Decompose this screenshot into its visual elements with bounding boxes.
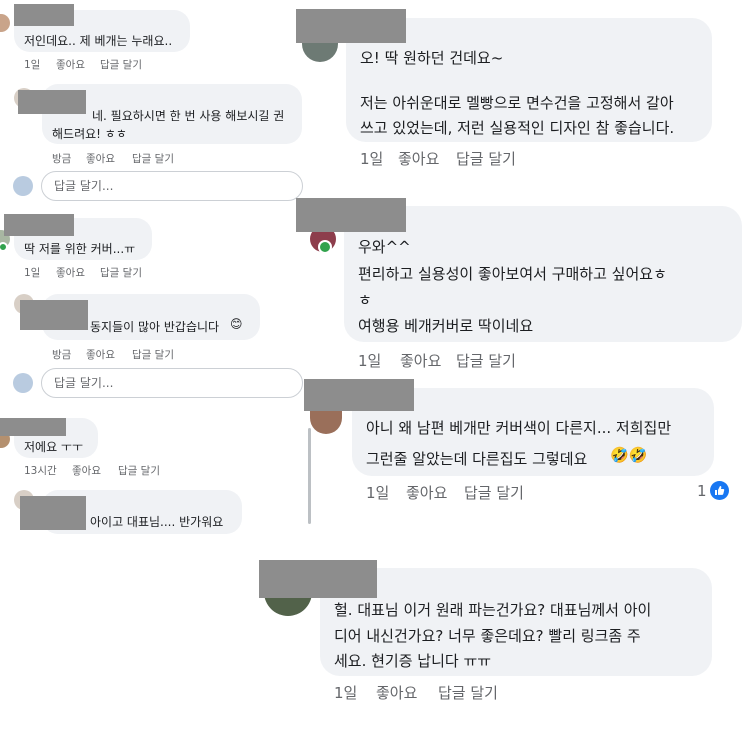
reply-link[interactable]: 답글 달기	[456, 148, 516, 169]
redacted-author-name	[296, 198, 406, 232]
redacted-author-name	[4, 214, 74, 236]
comment-text-line2: 디어 내신건가요? 너무 좋은데요? 빨리 링크좀 주	[334, 627, 641, 645]
reply-link[interactable]: 답글 달기	[456, 350, 516, 371]
comment-text-line2: 그런줄 알았는데 다른집도 그렇데요	[366, 450, 588, 468]
comment-time: 1일	[334, 684, 358, 702]
like-count[interactable]: 1	[697, 482, 707, 500]
comment-text-line1: 아니 왜 남편 베개만 커버색이 다른지... 저희집만	[366, 419, 672, 437]
comment-text: 저인데요.. 제 베개는 누래요..	[24, 34, 173, 48]
comment-time: 13시간	[24, 465, 57, 477]
comment-time: 1일	[24, 267, 41, 279]
like-link[interactable]: 좋아요	[56, 265, 85, 280]
reply-time: 방금	[52, 153, 72, 165]
like-link[interactable]: 좋아요	[56, 57, 85, 72]
like-link[interactable]: 좋아요	[72, 463, 101, 478]
reply-text: 아이고 대표님.... 반가워요	[90, 515, 224, 529]
reply-input-placeholder: 답글 달기...	[54, 376, 114, 390]
redacted-author-name	[20, 496, 86, 530]
redacted-author-name	[18, 90, 86, 114]
reply-time: 방금	[52, 349, 72, 361]
redacted-author-name	[259, 560, 377, 598]
comment-text-line1: 오! 딱 원하던 건데요~	[360, 49, 504, 67]
reply-text-line2: 해드려요! ㅎㅎ	[52, 127, 127, 141]
reply-text: 동지들이 많아 반갑습니다	[90, 320, 220, 334]
redacted-author-name	[20, 300, 88, 330]
like-link[interactable]: 좋아요	[400, 350, 441, 371]
user-avatar[interactable]	[13, 373, 33, 393]
online-status-dot	[0, 242, 8, 252]
reply-link[interactable]: 답글 달기	[118, 463, 160, 478]
comment-text: 저에요 ㅜㅜ	[24, 440, 84, 454]
comment-text-line3: ㅎ	[358, 291, 372, 309]
user-avatar[interactable]	[13, 176, 33, 196]
reply-text-line1: 네. 필요하시면 한 번 사용 해보시길 권	[92, 109, 285, 123]
comment-time: 1일	[358, 352, 382, 370]
comment-text-line2: 편리하고 실용성이 좋아보여서 구매하고 싶어요ㅎ	[358, 265, 667, 283]
reply-input-placeholder: 답글 달기...	[54, 179, 114, 193]
comment-time: 1일	[24, 59, 41, 71]
comment-text-line4: 여행용 베개커버로 딱이네요	[358, 317, 534, 335]
comment-text-line1: 우와^^	[358, 238, 411, 256]
redacted-author-name	[304, 379, 414, 411]
scrollbar[interactable]	[308, 428, 311, 524]
like-link[interactable]: 좋아요	[86, 151, 115, 166]
like-link[interactable]: 좋아요	[398, 148, 439, 169]
reply-link[interactable]: 답글 달기	[464, 482, 524, 503]
comment-text-line1: 헐. 대표님 이거 원래 파는건가요? 대표님께서 아이	[334, 601, 652, 619]
comment-time: 1일	[360, 150, 384, 168]
comment-text-line3: 세요. 현기증 납니다 ㅠㅠ	[334, 652, 492, 670]
reply-link[interactable]: 답글 달기	[100, 57, 142, 72]
comment-text-line3: 쓰고 있었는데, 저런 실용적인 디자인 참 좋습니다.	[360, 119, 675, 137]
reply-input[interactable]: 답글 달기...	[41, 171, 303, 201]
reply-link[interactable]: 답글 달기	[132, 151, 174, 166]
smiling-face-emoji: 😊	[230, 317, 243, 331]
comment-text-line2: 저는 아쉬운대로 멜빵으로 면수건을 고정해서 갈아	[360, 94, 674, 112]
reply-link[interactable]: 답글 달기	[100, 265, 142, 280]
reply-input[interactable]: 답글 달기...	[41, 368, 303, 398]
redacted-author-name	[296, 9, 406, 43]
like-link[interactable]: 좋아요	[376, 682, 417, 703]
rolling-laughing-emoji: 🤣🤣	[610, 446, 648, 464]
redacted-author-name	[0, 418, 66, 436]
like-reaction-icon[interactable]	[710, 481, 729, 500]
comment-time: 1일	[366, 484, 390, 502]
like-link[interactable]: 좋아요	[406, 482, 447, 503]
like-link[interactable]: 좋아요	[86, 347, 115, 362]
reply-link[interactable]: 답글 달기	[438, 682, 498, 703]
reply-link[interactable]: 답글 달기	[132, 347, 174, 362]
comment-text: 딱 저를 위한 커버...ㅠ	[24, 242, 136, 256]
commenter-avatar[interactable]	[0, 14, 10, 32]
redacted-author-name	[14, 4, 74, 26]
online-status-dot	[318, 240, 332, 254]
thumbs-up-icon	[715, 486, 725, 495]
